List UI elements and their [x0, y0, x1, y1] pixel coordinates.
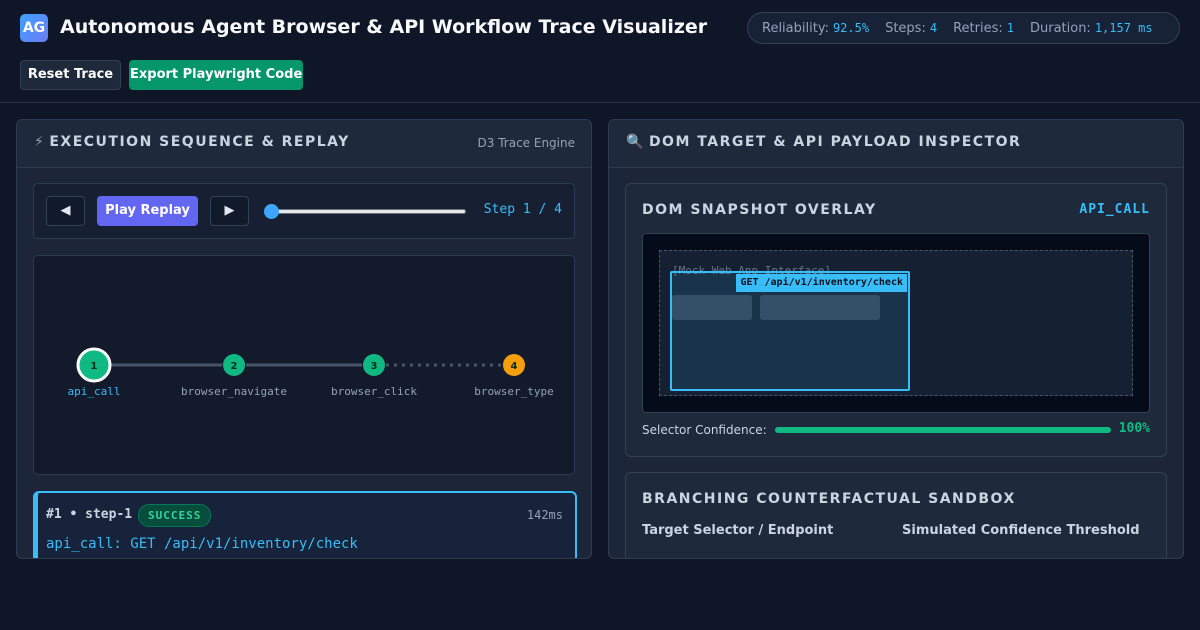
- engine-tag: D3 Trace Engine: [477, 136, 575, 150]
- stat-retries: Retries: 1: [953, 20, 1014, 36]
- stat-reliability: Reliability: 92.5%: [762, 20, 870, 36]
- lightning-icon: ⚡: [34, 134, 46, 150]
- trace-node-number: 1: [91, 361, 98, 372]
- previous-step-button[interactable]: ◀: [46, 196, 85, 226]
- confidence-bar: [775, 427, 1111, 433]
- step-detail: api_call: GET /api/v1/inventory/check: [46, 536, 358, 552]
- panel-header: 🔍 DOM TARGET & API PAYLOAD INSPECTOR: [609, 120, 1183, 168]
- threshold-label: Simulated Confidence Threshold: [902, 523, 1140, 538]
- confidence-fill: [775, 427, 1111, 433]
- trace-node-label: browser_navigate: [181, 385, 287, 398]
- magnifier-icon: 🔍: [626, 134, 645, 150]
- step-card[interactable]: #1 • step-1 SUCCESS 142ms api_call: GET …: [33, 491, 577, 558]
- status-badge: SUCCESS: [138, 504, 212, 527]
- trace-graph: 1 2 3 4 api_call browser_navigate browser_cli…: [33, 255, 575, 475]
- mock-web-app: [Mock Web App Interface] GET /api/v1/inv…: [659, 250, 1133, 396]
- stat-duration: Duration: 1,157 ms: [1029, 20, 1153, 36]
- step-id: #1 • step-1: [46, 507, 133, 522]
- target-selector-label: Target Selector / Endpoint: [642, 523, 834, 538]
- trace-stats-bar: Reliability: 92.5% Steps: 4 Retries: 1 Dura…: [747, 12, 1180, 44]
- action-type-label: API_CALL: [1079, 202, 1150, 217]
- sandbox-title: BRANCHING COUNTERFACTUAL SANDBOX: [642, 491, 1016, 507]
- trace-node-label: browser_type: [474, 385, 554, 398]
- trace-graph-canvas: 1 2 3 4: [76, 347, 525, 383]
- reset-trace-button[interactable]: Reset Trace: [20, 60, 121, 90]
- app-header: AG Autonomous Agent Browser & API Workfl…: [0, 0, 1200, 103]
- stat-steps: Steps: 4: [885, 20, 938, 36]
- counterfactual-sandbox: BRANCHING COUNTERFACTUAL SANDBOX Target …: [625, 472, 1167, 558]
- confidence-value: 100%: [1118, 421, 1150, 436]
- dom-viewport: [Mock Web App Interface] GET /api/v1/inv…: [642, 233, 1150, 413]
- slider-track: [266, 209, 466, 214]
- trace-node-number: 4: [511, 361, 518, 372]
- app-logo: AG: [20, 14, 48, 42]
- trace-node-number: 3: [371, 361, 378, 372]
- panel-title: ⚡ EXECUTION SEQUENCE & REPLAY: [34, 134, 350, 150]
- dom-snapshot-card: DOM SNAPSHOT OVERLAY API_CALL [Mock Web …: [625, 183, 1167, 457]
- panel-header: ⚡ EXECUTION SEQUENCE & REPLAY D3 Trace En…: [17, 120, 591, 168]
- trace-node-label: browser_click: [330, 385, 418, 398]
- target-highlight[interactable]: GET /api/v1/inventory/check: [670, 271, 910, 391]
- step-indicator: Step 1 / 4: [483, 202, 562, 217]
- export-playwright-button[interactable]: Export Playwright Code: [129, 60, 303, 90]
- trace-node-number: 2: [231, 361, 238, 372]
- execution-sequence-panel: ⚡ EXECUTION SEQUENCE & REPLAY D3 Trace En…: [16, 119, 592, 559]
- next-step-button[interactable]: ▶: [210, 196, 249, 226]
- slider-thumb[interactable]: [264, 204, 279, 219]
- panel-title: 🔍 DOM TARGET & API PAYLOAD INSPECTOR: [626, 134, 1022, 150]
- trace-node-label: api_call: [67, 385, 121, 398]
- confidence-label: Selector Confidence:: [642, 423, 767, 437]
- replay-controls: ◀ Play Replay ▶ Step 1 / 4: [33, 183, 575, 239]
- app-title: Autonomous Agent Browser & API Workflow …: [60, 16, 708, 38]
- step-duration: 142ms: [526, 508, 563, 522]
- dom-snapshot-title: DOM SNAPSHOT OVERLAY: [642, 202, 877, 218]
- step-slider[interactable]: [262, 204, 468, 219]
- play-replay-button[interactable]: Play Replay: [97, 196, 198, 226]
- highlight-label: GET /api/v1/inventory/check: [736, 274, 907, 292]
- dom-inspector-panel: 🔍 DOM TARGET & API PAYLOAD INSPECTOR DOM …: [608, 119, 1184, 559]
